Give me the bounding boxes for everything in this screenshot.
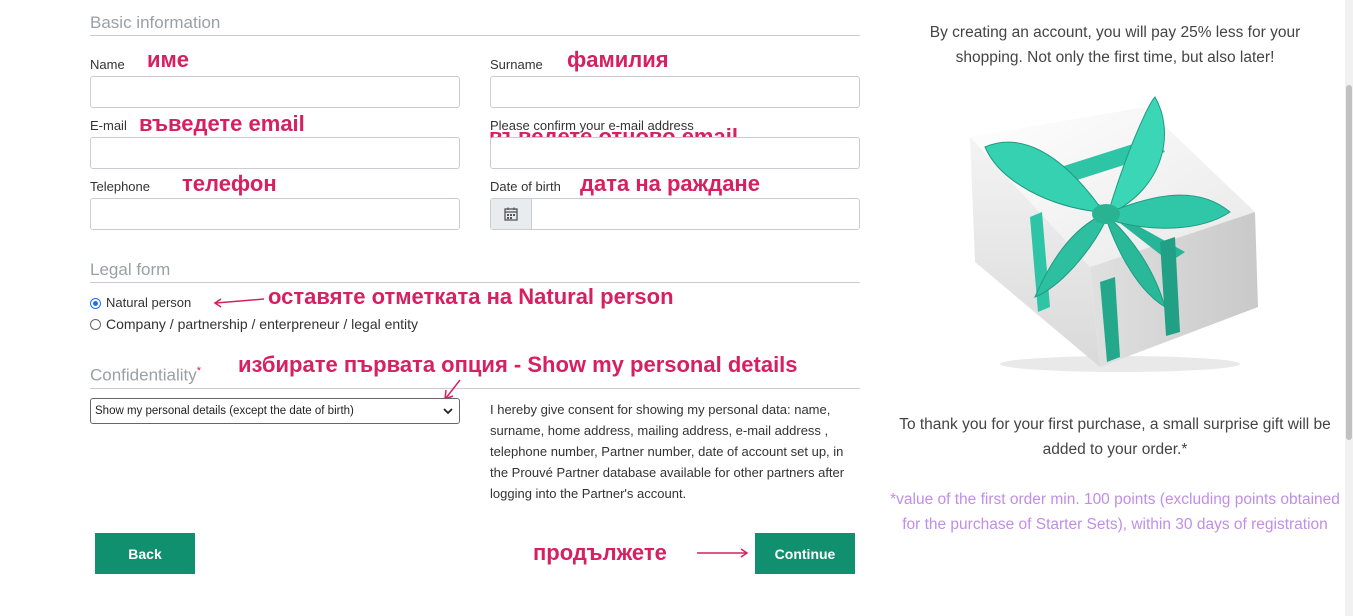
arrow-continue-icon <box>697 548 749 558</box>
name-input[interactable] <box>90 76 460 108</box>
scrollbar-thumb[interactable] <box>1346 85 1352 440</box>
continue-button[interactable]: Continue <box>755 533 855 574</box>
surname-annotation: фамилия <box>567 47 669 72</box>
telephone-annotation: телефон <box>182 171 277 196</box>
natural-person-radio[interactable] <box>90 298 101 309</box>
natural-person-annotation: оставяте отметката на Natural person <box>268 284 674 309</box>
gift-box-image <box>970 96 1258 372</box>
email-input[interactable] <box>90 137 460 169</box>
confidentiality-select[interactable]: Show my personal details (except the dat… <box>90 398 460 424</box>
back-button[interactable]: Back <box>95 533 195 574</box>
dob-annotation: дата на раждане <box>580 171 760 196</box>
natural-person-label[interactable]: Natural person <box>106 295 191 310</box>
surname-input[interactable] <box>490 76 860 108</box>
calendar-button[interactable] <box>491 199 532 229</box>
legal-form-title: Legal form <box>90 260 860 283</box>
name-annotation: име <box>147 47 190 72</box>
confirm-email-input[interactable] <box>490 137 860 169</box>
continue-annotation: продължете <box>533 540 667 565</box>
confidentiality-select-value: Show my personal details (except the dat… <box>95 405 354 417</box>
dob-input[interactable] <box>490 198 860 230</box>
consent-text: I hereby give consent for showing my per… <box>490 402 845 501</box>
basic-info-title: Basic information <box>90 13 860 36</box>
name-label: Name <box>90 57 125 72</box>
scrollbar-track[interactable] <box>1345 0 1353 616</box>
arrow-natural-person-icon <box>213 298 264 308</box>
surname-label: Surname <box>490 57 543 72</box>
confidentiality-annotation: избирате първата опция - Show my persona… <box>238 352 798 377</box>
telephone-input[interactable] <box>90 198 460 230</box>
required-mark: * <box>196 365 202 377</box>
calendar-icon <box>504 207 518 221</box>
telephone-label: Telephone <box>90 179 150 194</box>
dob-label: Date of birth <box>490 179 561 194</box>
promo-gift-text: To thank you for your first purchase, a … <box>899 416 1331 458</box>
company-label[interactable]: Company / partnership / enterpreneur / l… <box>106 316 418 332</box>
email-annotation: въведете email <box>139 111 305 136</box>
email-label: E-mail <box>90 118 127 133</box>
promo-top-text: By creating an account, you will pay 25%… <box>929 24 1301 66</box>
company-radio[interactable] <box>90 319 101 330</box>
confidentiality-title-text: Confidentiality <box>90 365 197 385</box>
promo-footnote: *value of the first order min. 100 point… <box>890 491 1340 533</box>
chevron-down-icon <box>443 408 453 415</box>
